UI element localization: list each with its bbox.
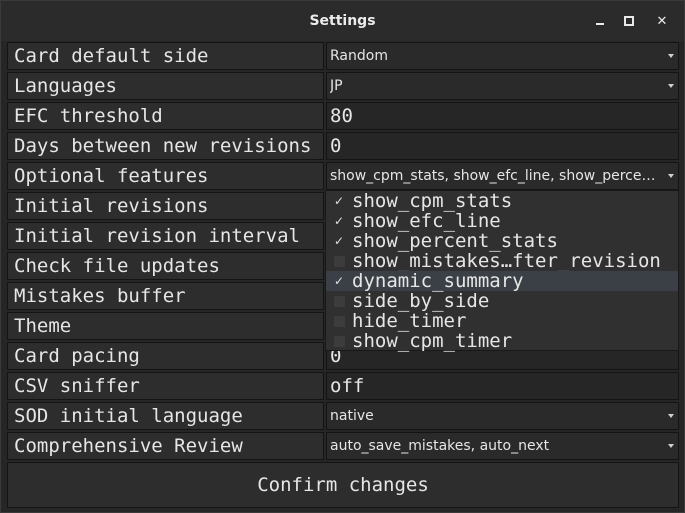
option-label: show_cpm_timer <box>352 330 513 352</box>
efc-threshold-field[interactable]: 80 <box>326 102 679 130</box>
optional-features-dropdown: ✓ show_cpm_stats ✓ show_efc_line ✓ show_… <box>325 190 679 351</box>
chevron-down-icon <box>668 414 674 418</box>
setting-label: Initial revisions <box>7 192 324 220</box>
maximize-icon[interactable] <box>621 13 637 29</box>
minimize-icon[interactable] <box>592 13 608 29</box>
setting-label: Card pacing <box>7 342 324 370</box>
checkbox-unchecked-icon[interactable] <box>334 316 345 327</box>
setting-row-sod-initial-language: SOD initial language native <box>7 402 679 430</box>
checkbox-checked-icon[interactable]: ✓ <box>333 275 345 287</box>
combo-value: show_cpm_stats, show_efc_line, show_perc… <box>330 168 660 184</box>
checkbox-checked-icon[interactable]: ✓ <box>333 215 345 227</box>
setting-label: Mistakes buffer <box>7 282 324 310</box>
setting-label: Optional features <box>7 162 324 190</box>
setting-label: EFC threshold <box>7 102 324 130</box>
option-label: show_efc_line <box>352 210 501 232</box>
close-icon[interactable]: ✕ <box>654 13 670 29</box>
dropdown-option-hide-timer[interactable]: hide_timer <box>326 311 678 331</box>
setting-label: CSV sniffer <box>7 372 324 400</box>
checkbox-checked-icon[interactable]: ✓ <box>333 195 345 207</box>
confirm-changes-button[interactable]: Confirm changes <box>7 462 679 508</box>
chevron-down-icon <box>668 84 674 88</box>
dropdown-option-side-by-side[interactable]: side_by_side <box>326 291 678 311</box>
chevron-down-icon <box>668 444 674 448</box>
languages-combo[interactable]: JP <box>326 72 679 100</box>
combo-value: Random <box>330 48 388 64</box>
sod-initial-language-combo[interactable]: native <box>326 402 679 430</box>
combo-value: native <box>330 408 374 424</box>
checkbox-unchecked-icon[interactable] <box>334 256 345 267</box>
card-default-side-combo[interactable]: Random <box>326 42 679 70</box>
combo-value: auto_save_mistakes, auto_next <box>330 438 550 454</box>
setting-row-languages: Languages JP <box>7 72 679 100</box>
setting-row-days-between-new-revisions: Days between new revisions 0 <box>7 132 679 160</box>
optional-features-combo[interactable]: show_cpm_stats, show_efc_line, show_perc… <box>326 162 679 190</box>
title-bar[interactable]: Settings ✕ <box>1 1 684 41</box>
setting-label: Initial revision interval <box>7 222 324 250</box>
checkbox-unchecked-icon[interactable] <box>334 336 345 347</box>
option-label: show_mistakes…fter_revision <box>352 250 661 272</box>
option-label: show_cpm_stats <box>352 190 513 212</box>
setting-row-efc-threshold: EFC threshold 80 <box>7 102 679 130</box>
setting-label: Languages <box>7 72 324 100</box>
setting-label: Theme <box>7 312 324 340</box>
setting-row-comprehensive-review: Comprehensive Review auto_save_mistakes,… <box>7 432 679 460</box>
dropdown-option-show-mistakes-after-revision[interactable]: show_mistakes…fter_revision <box>326 251 678 271</box>
dropdown-option-show-cpm-timer[interactable]: show_cpm_timer <box>326 331 678 351</box>
setting-label: Days between new revisions <box>7 132 324 160</box>
option-label: side_by_side <box>352 290 490 312</box>
dropdown-option-show-efc-line[interactable]: ✓ show_efc_line <box>326 211 678 231</box>
checkbox-unchecked-icon[interactable] <box>334 296 345 307</box>
dropdown-option-show-percent-stats[interactable]: ✓ show_percent_stats <box>326 231 678 251</box>
option-label: show_percent_stats <box>352 230 558 252</box>
setting-row-csv-sniffer: CSV sniffer off <box>7 372 679 400</box>
setting-label: Check file updates <box>7 252 324 280</box>
window-title: Settings <box>309 13 376 29</box>
dropdown-option-show-cpm-stats[interactable]: ✓ show_cpm_stats <box>326 191 678 211</box>
chevron-down-icon <box>668 174 674 178</box>
option-label: hide_timer <box>352 310 467 332</box>
option-label: dynamic_summary <box>352 270 524 292</box>
comprehensive-review-combo[interactable]: auto_save_mistakes, auto_next <box>326 432 679 460</box>
days-between-revisions-field[interactable]: 0 <box>326 132 679 160</box>
checkbox-checked-icon[interactable]: ✓ <box>333 235 345 247</box>
settings-window: Settings ✕ Card default side Random Lang… <box>0 0 685 513</box>
csv-sniffer-field[interactable]: off <box>326 372 679 400</box>
chevron-down-icon <box>668 54 674 58</box>
setting-row-optional-features: Optional features show_cpm_stats, show_e… <box>7 162 679 190</box>
setting-label: Card default side <box>7 42 324 70</box>
combo-value: JP <box>330 78 343 94</box>
setting-label: SOD initial language <box>7 402 324 430</box>
setting-row-card-default-side: Card default side Random <box>7 42 679 70</box>
setting-label: Comprehensive Review <box>7 432 324 460</box>
dropdown-option-dynamic-summary[interactable]: ✓ dynamic_summary <box>326 271 678 291</box>
